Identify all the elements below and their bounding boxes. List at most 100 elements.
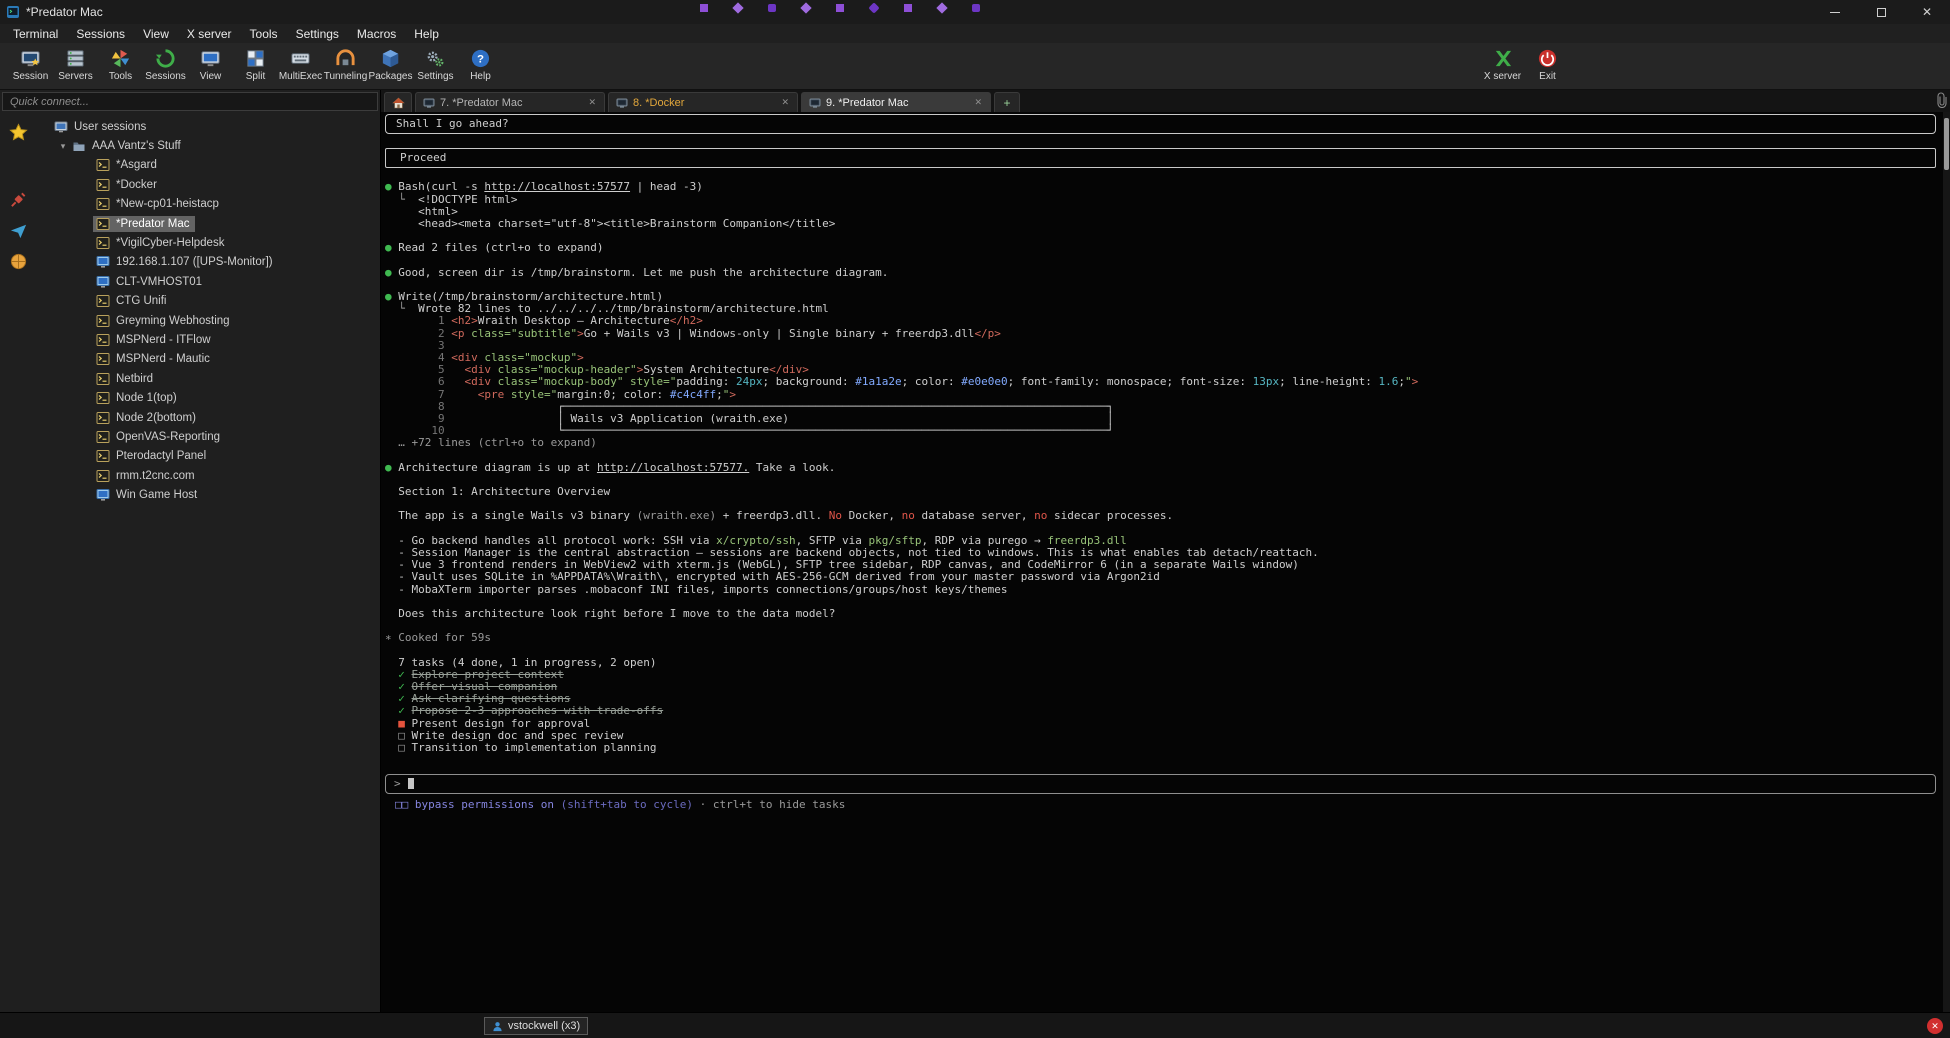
terminal-line: Does this architecture look right before… — [385, 608, 1936, 620]
rdp-icon — [96, 488, 110, 502]
tab-close-icon[interactable]: ✕ — [780, 97, 790, 108]
session-icon — [20, 47, 41, 70]
toolbar-button-label: Tools — [109, 71, 132, 82]
toolbar-button-label: Settings — [417, 71, 453, 82]
dock-plane-icon[interactable] — [6, 217, 32, 243]
terminal-scrollback: ● Bash(curl -s http://localhost:57577 | … — [385, 181, 1936, 754]
proceed-option[interactable]: Proceed — [385, 148, 1936, 168]
exit-icon — [1537, 47, 1558, 70]
titlebar-overlay-icons — [700, 4, 980, 12]
menu-terminal[interactable]: Terminal — [4, 27, 67, 41]
rdp-icon — [96, 255, 110, 269]
terminal-line — [385, 474, 1936, 486]
terminal-line: 3 — [385, 340, 1936, 352]
session-item-vigilcyber-helpdesk[interactable]: *VigilCyber-Helpdesk — [37, 233, 380, 252]
toolbar-view-button[interactable]: View — [188, 45, 233, 89]
tree-item-label: MSPNerd - Mautic — [116, 353, 210, 365]
prompt-input[interactable]: > — [385, 774, 1936, 794]
term-icon — [96, 178, 110, 192]
session-item-192-168-1-107-ups-monitor[interactable]: 192.168.1.107 ([UPS-Monitor]) — [37, 253, 380, 272]
menu-x-server[interactable]: X server — [178, 27, 241, 41]
attachment-clip-icon[interactable] — [1937, 92, 1949, 109]
toolbar-tools-button[interactable]: Tools — [98, 45, 143, 89]
toolbar-exit-button[interactable]: Exit — [1525, 45, 1570, 82]
maximize-button[interactable] — [1858, 0, 1904, 24]
toolbar-tunneling-button[interactable]: Tunneling — [323, 45, 368, 89]
servers-icon — [65, 47, 86, 70]
session-item-mspnerd-mautic[interactable]: MSPNerd - Mautic — [37, 350, 380, 369]
tab-close-icon[interactable]: ✕ — [973, 97, 983, 108]
tree-item-label: Pterodactyl Panel — [116, 450, 206, 462]
toolbar-packages-button[interactable]: Packages — [368, 45, 413, 89]
menu-view[interactable]: View — [134, 27, 178, 41]
session-item-greyming-webhosting[interactable]: Greyming Webhosting — [37, 311, 380, 330]
menu-tools[interactable]: Tools — [241, 27, 287, 41]
terminal-tab-icon — [809, 97, 821, 109]
tree-item-label: Node 2(bottom) — [116, 412, 196, 424]
dock-globe-icon[interactable] — [6, 248, 32, 274]
quick-connect-input[interactable] — [2, 92, 378, 111]
terminal-scrollbar[interactable] — [1943, 112, 1950, 1012]
menu-help[interactable]: Help — [405, 27, 448, 41]
dock-star-icon[interactable] — [6, 119, 32, 145]
session-item-clt-vmhost01[interactable]: CLT-VMHOST01 — [37, 272, 380, 291]
term-icon — [96, 430, 110, 444]
term-icon — [96, 449, 110, 463]
menu-sessions[interactable]: Sessions — [67, 27, 134, 41]
session-item-mspnerd-itflow[interactable]: MSPNerd - ITFlow — [37, 330, 380, 349]
notification-close-button[interactable]: ✕ — [1927, 1018, 1943, 1034]
new-tab-button[interactable]: + — [994, 92, 1020, 112]
close-button[interactable]: ✕ — [1904, 0, 1950, 24]
tab-9-predator-mac[interactable]: 9. *Predator Mac✕ — [801, 92, 991, 112]
session-item-predator-mac[interactable]: *Predator Mac — [37, 214, 380, 233]
tree-item-label: MSPNerd - ITFlow — [116, 334, 211, 346]
terminal-line: Section 1: Architecture Overview — [385, 486, 1936, 498]
session-item-asgard[interactable]: *Asgard — [37, 156, 380, 175]
tree-item-label: *Asgard — [116, 159, 157, 171]
user-session-chip[interactable]: vstockwell (x3) — [484, 1017, 588, 1035]
toolbar-x-server-button[interactable]: X server — [1480, 45, 1525, 82]
tab-7-predator-mac[interactable]: 7. *Predator Mac✕ — [415, 92, 605, 112]
minimize-button[interactable] — [1812, 0, 1858, 24]
tab-close-icon[interactable]: ✕ — [587, 97, 597, 108]
sidebar: User sessions▾AAA Vantz's Stuff *Asgard *D… — [0, 90, 381, 1012]
session-item-pterodactyl-panel[interactable]: Pterodactyl Panel — [37, 447, 380, 466]
session-item-docker[interactable]: *Docker — [37, 175, 380, 194]
terminal[interactable]: Shall I go ahead? Proceed ● Bash(curl -s… — [381, 112, 1950, 1012]
toolbar-servers-button[interactable]: Servers — [53, 45, 98, 89]
home-icon — [392, 97, 405, 109]
toolbar-split-button[interactable]: Split — [233, 45, 278, 89]
term-icon — [96, 294, 110, 308]
dock-plug-icon[interactable] — [6, 186, 32, 212]
terminal-link[interactable]: http://localhost:57577. — [597, 461, 749, 474]
session-item-openvas-reporting[interactable]: OpenVAS-Reporting — [37, 427, 380, 446]
terminal-line: … +72 lines (ctrl+o to expand) — [385, 437, 1936, 449]
terminal-link[interactable]: http://localhost:57577 — [484, 180, 630, 193]
session-item-win-game-host[interactable]: Win Game Host — [37, 485, 380, 504]
menu-macros[interactable]: Macros — [348, 27, 405, 41]
toolbar-help-button[interactable]: ?Help — [458, 45, 503, 89]
session-item-ctg-unifi[interactable]: CTG Unifi — [37, 292, 380, 311]
toolbar-multiexec-button[interactable]: MultiExec — [278, 45, 323, 89]
toolbar-button-label: MultiExec — [279, 71, 322, 82]
session-item-node-1-top[interactable]: Node 1(top) — [37, 388, 380, 407]
user-chip-label: vstockwell (x3) — [508, 1020, 580, 1032]
session-item-node-2-bottom[interactable]: Node 2(bottom) — [37, 408, 380, 427]
session-item-new-cp01-heistacp[interactable]: *New-cp01-heistacp — [37, 195, 380, 214]
menu-settings[interactable]: Settings — [287, 27, 348, 41]
tab-home[interactable] — [384, 92, 412, 112]
toolbar-sessions-button[interactable]: Sessions — [143, 45, 188, 89]
toolbar-settings-button[interactable]: Settings — [413, 45, 458, 89]
tree-root-user-sessions[interactable]: User sessions — [37, 117, 380, 136]
terminal-line: 7 tasks (4 done, 1 in progress, 2 open) — [385, 657, 1936, 669]
terminal-line — [385, 620, 1936, 632]
session-item-netbird[interactable]: Netbird — [37, 369, 380, 388]
toolbar-session-button[interactable]: Session — [8, 45, 53, 89]
titlebar: *Predator Mac ✕ — [0, 0, 1950, 24]
tab-8-docker[interactable]: 8. *Docker✕ — [608, 92, 798, 112]
toolbar-button-label: X server — [1484, 71, 1521, 82]
session-item-rmm-t2cnc-com[interactable]: rmm.t2cnc.com — [37, 466, 380, 485]
scrollbar-thumb[interactable] — [1944, 118, 1949, 170]
tree-folder-aaa-vantz-s-stuff[interactable]: ▾AAA Vantz's Stuff — [37, 136, 380, 155]
toolbar: SessionServers Tools SessionsViewSplitMult… — [0, 43, 1950, 90]
